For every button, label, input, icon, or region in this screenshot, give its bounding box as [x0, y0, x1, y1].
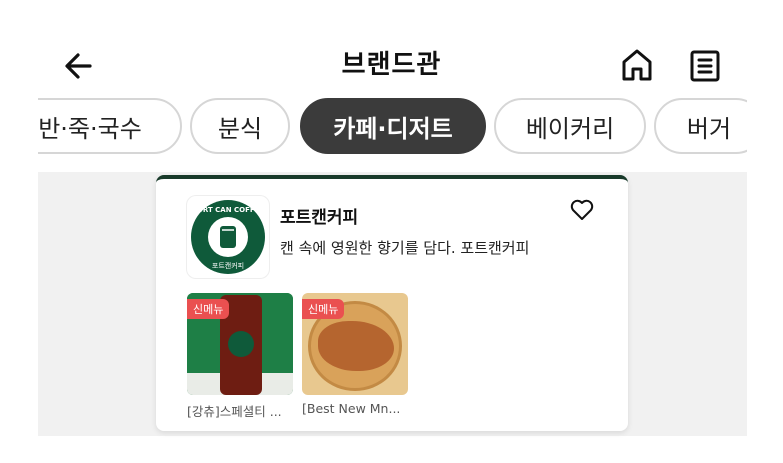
- tab-burger[interactable]: 버거: [654, 98, 747, 154]
- tab-bakery[interactable]: 베이커리: [494, 98, 646, 154]
- page-title: 브랜드관: [341, 50, 442, 80]
- svg-text:포트캔커피: 포트캔커피: [212, 261, 244, 270]
- product-image: 신메뉴: [187, 293, 293, 395]
- brand-name: 포트캔커피: [280, 208, 359, 228]
- product-name: [Best New Mn...: [302, 401, 401, 416]
- heart-outline-icon: [570, 199, 594, 220]
- coffee-can-logo-icon: PORT CAN COFFEE 포트캔커피: [191, 200, 265, 274]
- svg-text:PORT CAN COFFEE: PORT CAN COFFEE: [192, 206, 265, 214]
- brand-card[interactable]: PORT CAN COFFEE 포트캔커피 포트캔커피 캔 속에 영원한 향기를…: [156, 175, 628, 431]
- top-bar: 브랜드관: [0, 0, 783, 95]
- tab-snack[interactable]: 분식: [190, 98, 290, 154]
- new-menu-badge: 신메뉴: [187, 299, 230, 319]
- product-item[interactable]: 신메뉴 [Best New Mn...: [302, 293, 408, 416]
- product-item[interactable]: 신메뉴 [강츄]스페셜티 ...: [187, 293, 293, 420]
- category-tabs: 반·죽·국수 분식 카페·디저트 베이커리 버거: [38, 96, 747, 158]
- home-icon: [622, 49, 652, 81]
- product-image: 신메뉴: [302, 293, 408, 395]
- tab-cafe-dessert[interactable]: 카페·디저트: [300, 98, 486, 154]
- favorite-button[interactable]: [570, 199, 594, 221]
- brand-logo: PORT CAN COFFEE 포트캔커피: [186, 195, 270, 279]
- product-name: [강츄]스페셜티 ...: [187, 404, 282, 419]
- home-button[interactable]: [618, 46, 656, 84]
- new-menu-badge: 신메뉴: [302, 299, 345, 319]
- tab-rice-porridge-noodle[interactable]: 반·죽·국수: [38, 98, 182, 154]
- list-icon: [690, 50, 720, 82]
- can-label: [228, 331, 254, 357]
- menu-button[interactable]: [686, 46, 724, 84]
- brand-description: 캔 속에 영원한 향기를 담다. 포트캔커피: [280, 239, 530, 257]
